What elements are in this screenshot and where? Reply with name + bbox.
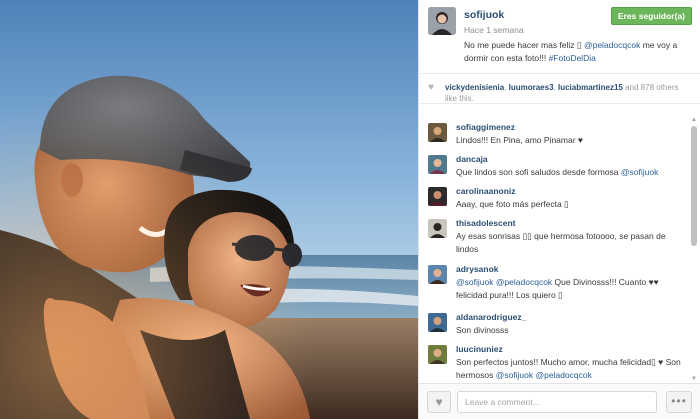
comment-item: adrysanok @sofijuok @peladocqcok Que Div…: [419, 264, 700, 302]
commenter-avatar[interactable]: [428, 155, 447, 174]
caption-hashtag[interactable]: #FotoDelDia: [549, 53, 596, 63]
comment-item: dancaja Que lindos son sofi saludos desd…: [419, 154, 700, 179]
comment-mention[interactable]: @sofijuok: [621, 167, 658, 177]
caption-text: No me puede hacer mas feliz: [464, 40, 577, 50]
comment-username[interactable]: carolinaanoniz: [456, 186, 684, 197]
comment-text-wrap: Son perfectos juntos!! Mucho amor, mucha…: [456, 356, 684, 382]
likes-summary: ♥ vickydenisienia, luumoraes3, luciabmar…: [419, 74, 700, 104]
comment-text: Son divinosss: [456, 325, 509, 335]
comments-scrollbar[interactable]: ▲ ▼: [690, 116, 698, 383]
post-timestamp: Hace 1 semana: [464, 25, 524, 35]
heart-icon: ♥: [435, 395, 443, 409]
commenter-avatar[interactable]: [428, 345, 447, 364]
comment-input[interactable]: [457, 391, 657, 413]
comment-mention[interactable]: @sofijuok: [496, 370, 533, 380]
liker-3[interactable]: luciabmartinez15: [558, 83, 623, 92]
post-photo[interactable]: [0, 0, 418, 419]
caption-mention[interactable]: @peladocqcok: [582, 40, 640, 50]
comment-mention-2[interactable]: @peladocqcok: [533, 370, 592, 380]
liker-1[interactable]: vickydenisienia: [445, 83, 504, 92]
post-detail-panel: sofijuok Hace 1 semana Eres seguidor(a) …: [418, 0, 700, 419]
post-caption: No me puede hacer mas feliz ▯ @peladocqc…: [464, 39, 690, 65]
comment-text: Ay esas sonrisas ▯▯ que hermosa fotoooo,…: [456, 231, 666, 254]
comment-text-wrap: @sofijuok @peladocqcok Que Divinosss!!! …: [456, 276, 684, 302]
scroll-up-arrow-icon[interactable]: ▲: [690, 116, 698, 124]
commenter-avatar[interactable]: [428, 265, 447, 284]
more-options-button[interactable]: •••: [666, 391, 692, 413]
comment-username[interactable]: luucinuniez: [456, 344, 684, 355]
post-header: sofijuok Hace 1 semana Eres seguidor(a) …: [419, 0, 700, 74]
comments-list[interactable]: sofiaggimenez Lindos!!! En Pina, amo Pin…: [419, 116, 700, 383]
liker-2[interactable]: luumoraes3: [509, 83, 554, 92]
comment-username[interactable]: sofiaggimenez: [456, 122, 684, 133]
comment-username[interactable]: thisadolescent: [456, 218, 684, 229]
comment-mention-2[interactable]: @peladocqcok: [493, 277, 552, 287]
more-dots-icon: •••: [671, 394, 687, 408]
heart-icon: ♥: [428, 82, 434, 93]
comment-item: luucinuniez Son perfectos juntos!! Mucho…: [419, 344, 700, 382]
author-avatar[interactable]: [428, 7, 456, 35]
comment-mention[interactable]: @sofijuok: [456, 277, 493, 287]
following-button[interactable]: Eres seguidor(a): [610, 7, 692, 25]
scrollbar-thumb[interactable]: [691, 126, 697, 246]
comment-item: sofiaggimenez Lindos!!! En Pina, amo Pin…: [419, 122, 700, 147]
comment-username[interactable]: adrysanok: [456, 264, 684, 275]
comment-username[interactable]: dancaja: [456, 154, 684, 165]
couple-beach-photo: [0, 0, 418, 419]
commenter-avatar[interactable]: [428, 123, 447, 142]
comment-item: aldanarodriguez_ Son divinosss: [419, 312, 700, 337]
comment-text: Que lindos son sofi saludos desde formos…: [456, 167, 621, 177]
comment-text: Aaay, que foto más perfecta ▯: [456, 199, 569, 209]
comment-username[interactable]: aldanarodriguez_: [456, 312, 684, 323]
scroll-down-arrow-icon[interactable]: ▼: [690, 375, 698, 383]
comment-text-wrap: Que lindos son sofi saludos desde formos…: [456, 166, 684, 179]
comment-text: Lindos!!! En Pina, amo Pinamar ♥: [456, 135, 583, 145]
comment-footer: ♥ •••: [419, 383, 700, 419]
like-button[interactable]: ♥: [427, 391, 451, 413]
commenter-avatar[interactable]: [428, 313, 447, 332]
comment-item: carolinaanoniz Aaay, que foto más perfec…: [419, 186, 700, 211]
commenter-avatar[interactable]: [428, 219, 447, 238]
author-username[interactable]: sofijuok: [464, 9, 504, 21]
commenter-avatar[interactable]: [428, 187, 447, 206]
comment-item: thisadolescent Ay esas sonrisas ▯▯ que h…: [419, 218, 700, 256]
